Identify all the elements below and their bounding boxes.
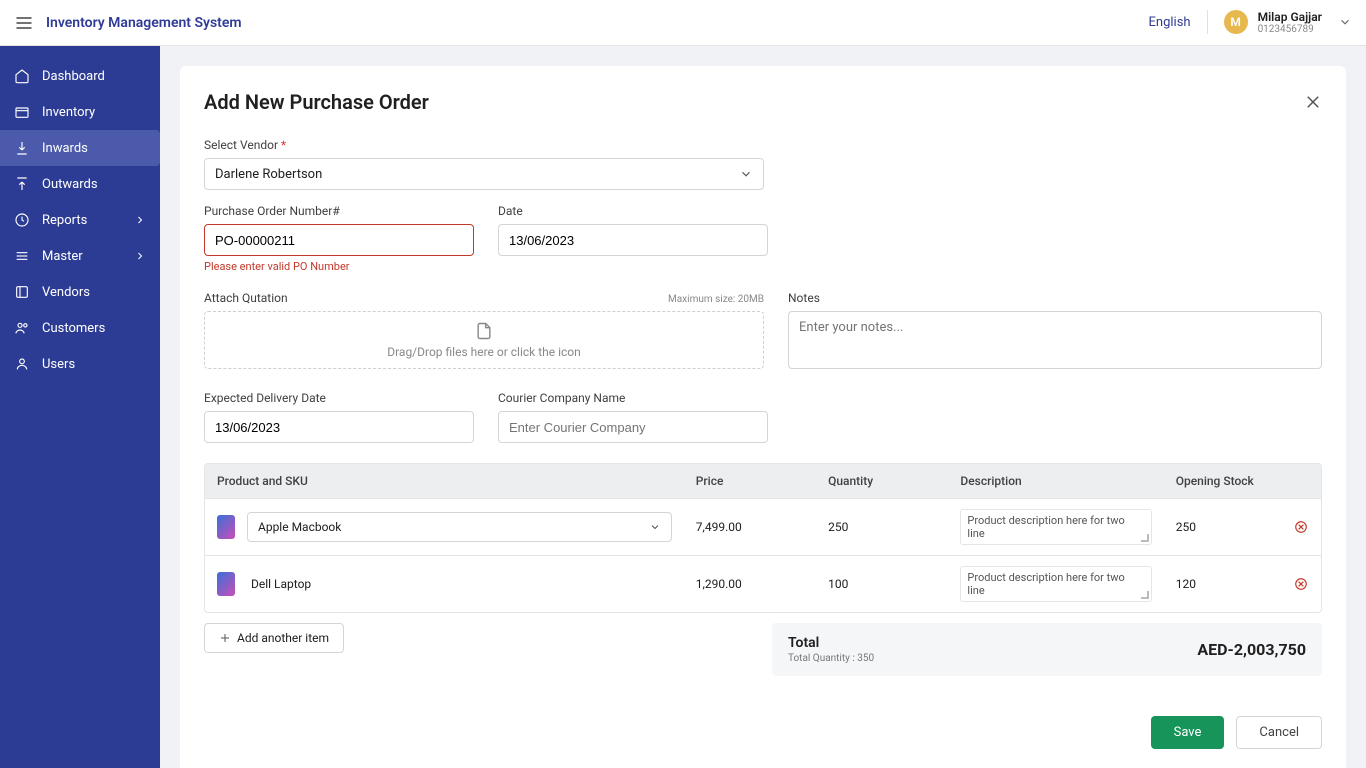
table-row: Dell Laptop 1,290.00 100 Product descrip… xyxy=(205,555,1321,612)
cell-desc[interactable]: Product description here for two line xyxy=(960,566,1151,602)
th-product: Product and SKU xyxy=(205,464,684,498)
sidebar-item-dashboard[interactable]: Dashboard xyxy=(0,58,160,94)
totals-bar: Total Total Quantity : 350 AED-2,003,750 xyxy=(772,623,1322,676)
avatar: M xyxy=(1224,10,1248,34)
product-select[interactable]: Apple Macbook xyxy=(247,512,672,542)
outward-icon xyxy=(14,176,30,192)
notes-label: Notes xyxy=(788,291,1322,305)
sidebar-item-inventory[interactable]: Inventory xyxy=(0,94,160,130)
cell-desc[interactable]: Product description here for two line xyxy=(960,509,1151,545)
notes-input[interactable] xyxy=(788,311,1322,369)
user-icon xyxy=(14,356,30,372)
hamburger-icon[interactable] xyxy=(14,13,34,33)
clock-icon xyxy=(14,212,30,228)
sidebar-item-label: Inwards xyxy=(42,141,88,156)
sidebar-item-label: Dashboard xyxy=(42,69,105,84)
th-open: Opening Stock xyxy=(1164,464,1282,498)
sidebar-item-label: Users xyxy=(42,357,75,372)
sidebar-item-label: Customers xyxy=(42,321,105,336)
th-qty: Quantity xyxy=(816,464,948,498)
chevron-right-icon xyxy=(134,250,146,262)
sidebar-item-outwards[interactable]: Outwards xyxy=(0,166,160,202)
delete-row-icon[interactable] xyxy=(1294,577,1308,591)
cell-qty: 250 xyxy=(816,510,948,544)
total-qty: Total Quantity : 350 xyxy=(788,653,874,664)
add-item-label: Add another item xyxy=(237,631,329,645)
dropzone-hint: Drag/Drop files here or click the icon xyxy=(387,345,581,359)
po-number-input[interactable] xyxy=(204,224,474,256)
divider xyxy=(1207,10,1208,34)
app-title: Inventory Management System xyxy=(46,15,242,31)
vendor-select[interactable]: Darlene Robertson xyxy=(204,158,764,190)
main-content: Add New Purchase Order Select Vendor * D… xyxy=(160,46,1366,768)
sidebar-item-label: Reports xyxy=(42,213,87,228)
sidebar-item-label: Master xyxy=(42,249,83,264)
expected-date-input[interactable] xyxy=(204,411,474,443)
product-name: Dell Laptop xyxy=(251,577,311,591)
chevron-down-icon xyxy=(649,521,661,533)
attach-max: Maximum size: 20MB xyxy=(668,294,764,305)
cell-open: 250 xyxy=(1164,510,1282,544)
chevron-down-icon xyxy=(1338,15,1352,29)
sidebar-item-label: Outwards xyxy=(42,177,98,192)
users-icon xyxy=(14,320,30,336)
language-selector[interactable]: English xyxy=(1149,15,1191,30)
add-item-button[interactable]: Add another item xyxy=(204,623,344,653)
table-header: Product and SKU Price Quantity Descripti… xyxy=(205,464,1321,498)
cell-qty: 100 xyxy=(816,567,948,601)
po-label: Purchase Order Number# xyxy=(204,204,474,218)
file-dropzone[interactable]: Drag/Drop files here or click the icon xyxy=(204,311,764,369)
inward-icon xyxy=(14,140,30,156)
user-id: 0123456789 xyxy=(1258,24,1322,35)
total-label: Total xyxy=(788,635,874,651)
product-thumb xyxy=(217,572,235,596)
topbar: Inventory Management System English M Mi… xyxy=(0,0,1366,46)
cell-price: 7,499.00 xyxy=(684,510,816,544)
th-desc: Description xyxy=(948,464,1163,498)
sidebar-item-customers[interactable]: Customers xyxy=(0,310,160,346)
user-name: Milap Gajjar xyxy=(1258,10,1322,24)
sidebar-item-label: Inventory xyxy=(42,105,95,120)
cell-open: 120 xyxy=(1164,567,1282,601)
cancel-button[interactable]: Cancel xyxy=(1236,716,1322,749)
expected-label: Expected Delivery Date xyxy=(204,391,474,405)
product-name: Apple Macbook xyxy=(258,520,341,534)
vendor-icon xyxy=(14,284,30,300)
list-icon xyxy=(14,248,30,264)
chevron-right-icon xyxy=(134,214,146,226)
date-input[interactable] xyxy=(498,224,768,256)
courier-input[interactable] xyxy=(498,411,768,443)
th-price: Price xyxy=(684,464,816,498)
chevron-down-icon xyxy=(739,167,753,181)
attach-label: Attach Qutation xyxy=(204,291,288,305)
sidebar-item-reports[interactable]: Reports xyxy=(0,202,160,238)
sidebar-item-master[interactable]: Master xyxy=(0,238,160,274)
file-icon xyxy=(474,321,494,341)
sidebar: Dashboard Inventory Inwards Outwards Rep… xyxy=(0,46,160,768)
cell-price: 1,290.00 xyxy=(684,567,816,601)
product-thumb xyxy=(217,515,235,539)
po-error: Please enter valid PO Number xyxy=(204,260,474,273)
date-label: Date xyxy=(498,204,768,218)
sidebar-item-users[interactable]: Users xyxy=(0,346,160,382)
total-amount: AED-2,003,750 xyxy=(1197,640,1306,659)
home-icon xyxy=(14,68,30,84)
sidebar-item-inwards[interactable]: Inwards xyxy=(0,130,160,166)
items-table: Product and SKU Price Quantity Descripti… xyxy=(204,463,1322,613)
courier-label: Courier Company Name xyxy=(498,391,768,405)
save-button[interactable]: Save xyxy=(1151,716,1225,749)
delete-row-icon[interactable] xyxy=(1294,520,1308,534)
vendor-label: Select Vendor * xyxy=(204,138,1322,152)
table-row: Apple Macbook 7,499.00 250 Product descr… xyxy=(205,498,1321,555)
sidebar-item-label: Vendors xyxy=(42,285,90,300)
user-menu[interactable]: M Milap Gajjar 0123456789 xyxy=(1224,10,1352,35)
vendor-value: Darlene Robertson xyxy=(215,167,322,182)
close-icon[interactable] xyxy=(1304,93,1322,111)
plus-icon xyxy=(219,632,231,644)
form-card: Add New Purchase Order Select Vendor * D… xyxy=(180,66,1346,768)
box-icon xyxy=(14,104,30,120)
sidebar-item-vendors[interactable]: Vendors xyxy=(0,274,160,310)
page-title: Add New Purchase Order xyxy=(204,90,429,114)
